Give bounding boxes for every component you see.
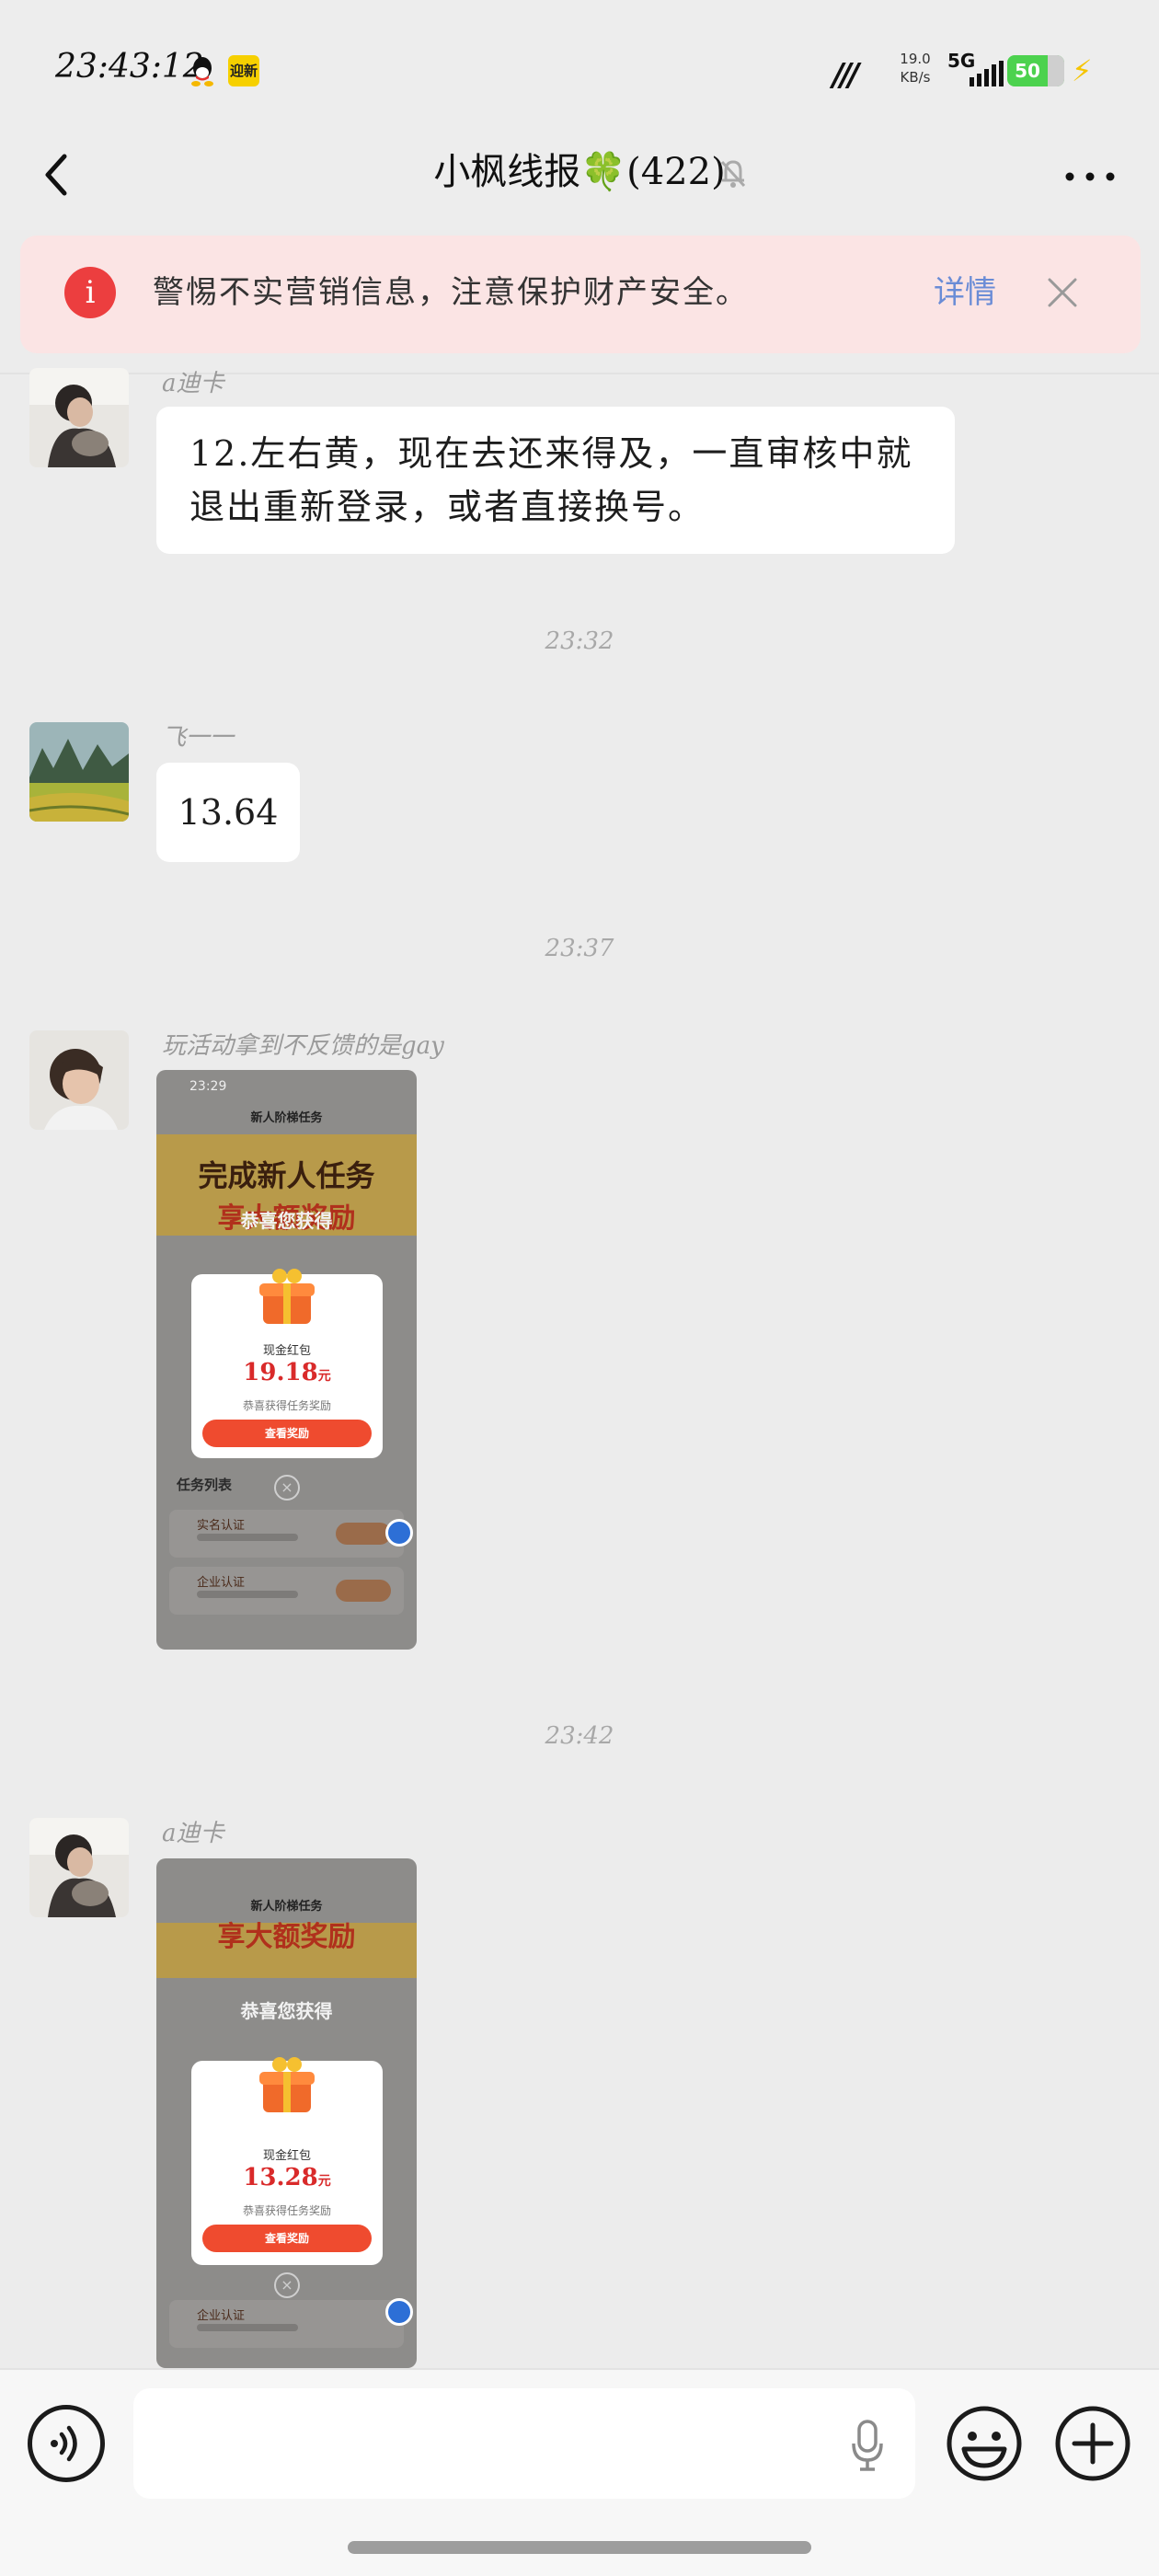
reward-card: 现金红包 19.18元 恭喜获得任务奖励 查看奖励 [191, 1269, 383, 1458]
task-title: 实名认证 [197, 1519, 246, 1533]
time-divider: 23:37 [545, 935, 614, 962]
reward-amount-unit: 元 [317, 2174, 331, 2189]
qq-icon [191, 57, 213, 86]
gift-icon [259, 1269, 315, 1324]
shot-status-time: 23:29 [189, 1079, 227, 1094]
reward-amount-unit: 元 [317, 1369, 331, 1384]
battery-level: 50 [1015, 60, 1040, 82]
view-reward-button: 查看奖励 [202, 1420, 372, 1447]
net-speed-unit: KB/s [900, 69, 931, 86]
notice-text: 警惕不实营销信息，注意保护财产安全。 [153, 274, 749, 311]
service-icon [385, 1519, 413, 1547]
mute-icon [720, 160, 746, 188]
image-message[interactable]: 23:29 新人阶梯任务 完成新人任务 享大额奖励 恭喜您获得 现金红包 19.… [156, 1070, 417, 1650]
reward-label: 现金红包 [262, 1344, 311, 1358]
battery-icon: 50 [1007, 55, 1064, 86]
reward-amount-value: 13.28 [243, 2164, 318, 2191]
sender-name: 玩活动拿到不反馈的是gay [162, 1032, 444, 1060]
task-title: 企业认证 [197, 2309, 246, 2323]
task-button [336, 1523, 391, 1545]
time-divider: 23:32 [545, 627, 614, 655]
image-message[interactable]: 新人阶梯任务 享大额奖励 恭喜您获得 现金红包 13.28元 恭喜获得任务奖励 … [156, 1858, 417, 2368]
shot-headline: 完成新人任务 [198, 1158, 375, 1193]
task-row: 企业认证 [169, 2300, 404, 2348]
close-icon[interactable] [1044, 274, 1081, 311]
more-icon[interactable] [1062, 158, 1118, 195]
gift-icon [259, 2057, 315, 2112]
net-speed-value: 19.0 [900, 51, 931, 67]
shot-close-icon: × [274, 2272, 300, 2298]
mini-app-icon: 迎新 [228, 55, 259, 86]
info-icon: i [64, 267, 116, 318]
avatar[interactable] [29, 1818, 129, 1917]
reward-amount: 19.18元 [191, 1359, 383, 1386]
service-icon [385, 2298, 413, 2326]
message-input[interactable] [133, 2388, 915, 2499]
time-divider: 23:42 [545, 1722, 614, 1750]
chat-title-name: 小枫线报 [433, 151, 581, 193]
avatar[interactable] [29, 1030, 129, 1130]
avatar[interactable] [29, 722, 129, 822]
task-row: 企业认证 [169, 1567, 404, 1615]
message-bubble[interactable]: 12.左右黄，现在去还来得及，一直审核中就退出重新登录，或者直接换号。 [156, 407, 955, 554]
status-time: 23:43:12 [55, 48, 204, 86]
shot-close-icon: × [274, 1475, 300, 1501]
shot-congrats: 恭喜您获得 [240, 1210, 333, 1232]
shot-nav-title: 新人阶梯任务 [250, 1111, 323, 1125]
clover-emoji: 🍀 [580, 151, 627, 193]
reward-label: 现金红包 [262, 2149, 311, 2163]
sender-name: a迪卡 [162, 370, 224, 397]
task-row: 实名认证 [169, 1510, 404, 1558]
chat-title: 小枫线报🍀(422) [0, 147, 1159, 197]
member-count: (422) [626, 151, 726, 193]
task-title: 企业认证 [197, 1576, 246, 1590]
reward-card: 现金红包 13.28元 恭喜获得任务奖励 查看奖励 [191, 2057, 383, 2265]
message-bubble[interactable]: 13.64 [156, 763, 300, 862]
task-list-title: 任务列表 [177, 1477, 233, 1493]
reward-desc: 恭喜获得任务奖励 [242, 2204, 331, 2217]
reward-amount: 13.28元 [191, 2164, 383, 2191]
view-reward-button: 查看奖励 [202, 2225, 372, 2252]
shot-congrats: 恭喜您获得 [240, 2000, 333, 2022]
reward-amount-value: 19.18 [243, 1359, 318, 1386]
emoji-icon[interactable] [946, 2405, 1023, 2482]
sender-name: 飞一一 [162, 724, 235, 752]
task-button [336, 1580, 391, 1602]
avatar[interactable] [29, 368, 129, 467]
home-indicator[interactable] [348, 2541, 811, 2554]
voice-icon[interactable] [28, 2405, 105, 2482]
plus-icon[interactable] [1054, 2405, 1131, 2482]
charging-icon: ⚡ [1072, 53, 1093, 88]
shot-subheadline: 享大额奖励 [217, 1921, 356, 1953]
net-speed: 19.0 KB/s [892, 50, 938, 86]
sender-name: a迪卡 [162, 1820, 224, 1847]
notice-details-link[interactable]: 详情 [934, 271, 996, 314]
mic-icon[interactable] [851, 2420, 884, 2471]
signal-icon [970, 61, 1004, 86]
network-activity-icon: /// [832, 57, 859, 94]
reward-desc: 恭喜获得任务奖励 [242, 1399, 331, 1412]
